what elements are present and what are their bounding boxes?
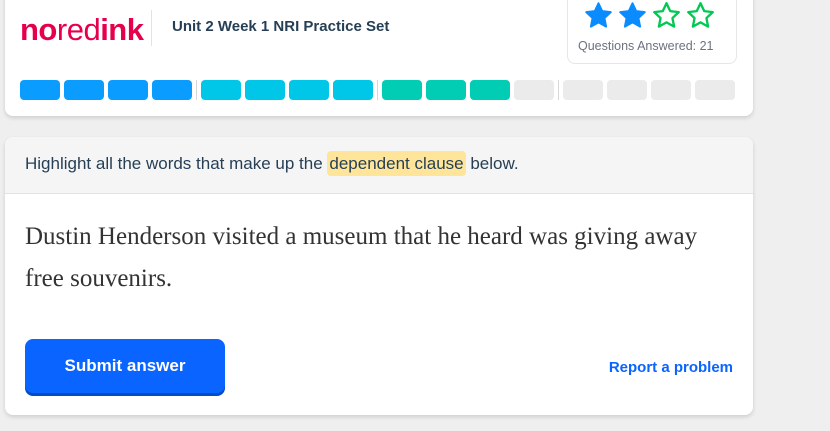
progress-segment (426, 80, 466, 100)
questions-answered-count: 21 (699, 39, 714, 53)
questions-answered-text: Questions Answered: (578, 39, 697, 53)
stars-panel: Questions Answered: 21 (567, 0, 737, 64)
star-filled-icon (585, 2, 612, 28)
progress-bar (20, 80, 739, 100)
progress-segment (108, 80, 148, 100)
submit-answer-button[interactable]: Submit answer (25, 339, 225, 393)
progress-segment (201, 80, 241, 100)
star-filled-icon (619, 2, 646, 28)
progress-group-divider (196, 80, 197, 100)
noredink-logo[interactable]: noredink (20, 10, 144, 50)
practice-set-title: Unit 2 Week 1 NRI Practice Set (172, 18, 390, 35)
logo-part-no: no (20, 12, 57, 47)
progress-segment (382, 80, 422, 100)
progress-group-divider (377, 80, 378, 100)
prompt-highlight-term: dependent clause (327, 151, 466, 176)
progress-segment (333, 80, 373, 100)
stars-row (583, 0, 716, 31)
progress-segment (563, 80, 603, 100)
star-empty-icon (653, 2, 680, 28)
questions-answered-label: Questions Answered: 21 (578, 39, 714, 53)
prompt-text-before: Highlight all the words that make up the (25, 154, 328, 173)
progress-segment (20, 80, 60, 100)
prompt-text-after: below. (465, 154, 519, 173)
progress-segment (607, 80, 647, 100)
progress-segment (64, 80, 104, 100)
progress-group-divider (558, 80, 559, 100)
progress-segment (289, 80, 329, 100)
question-prompt: Highlight all the words that make up the… (25, 151, 519, 176)
logo-part-ink: ink (100, 12, 144, 47)
header-card: noredink Unit 2 Week 1 NRI Practice Set … (5, 0, 753, 116)
prompt-bar: Highlight all the words that make up the… (5, 137, 753, 194)
question-card: Highlight all the words that make up the… (5, 137, 753, 415)
logo-part-red: red (56, 12, 101, 47)
passage-text[interactable]: Dustin Henderson visited a museum that h… (25, 216, 725, 300)
progress-segment (152, 80, 192, 100)
progress-segment (651, 80, 691, 100)
progress-segment (245, 80, 285, 100)
progress-segment (514, 80, 554, 100)
header-divider (151, 10, 152, 46)
progress-segment (695, 80, 735, 100)
progress-segment (470, 80, 510, 100)
star-empty-icon (687, 2, 714, 28)
report-problem-link[interactable]: Report a problem (609, 359, 733, 376)
